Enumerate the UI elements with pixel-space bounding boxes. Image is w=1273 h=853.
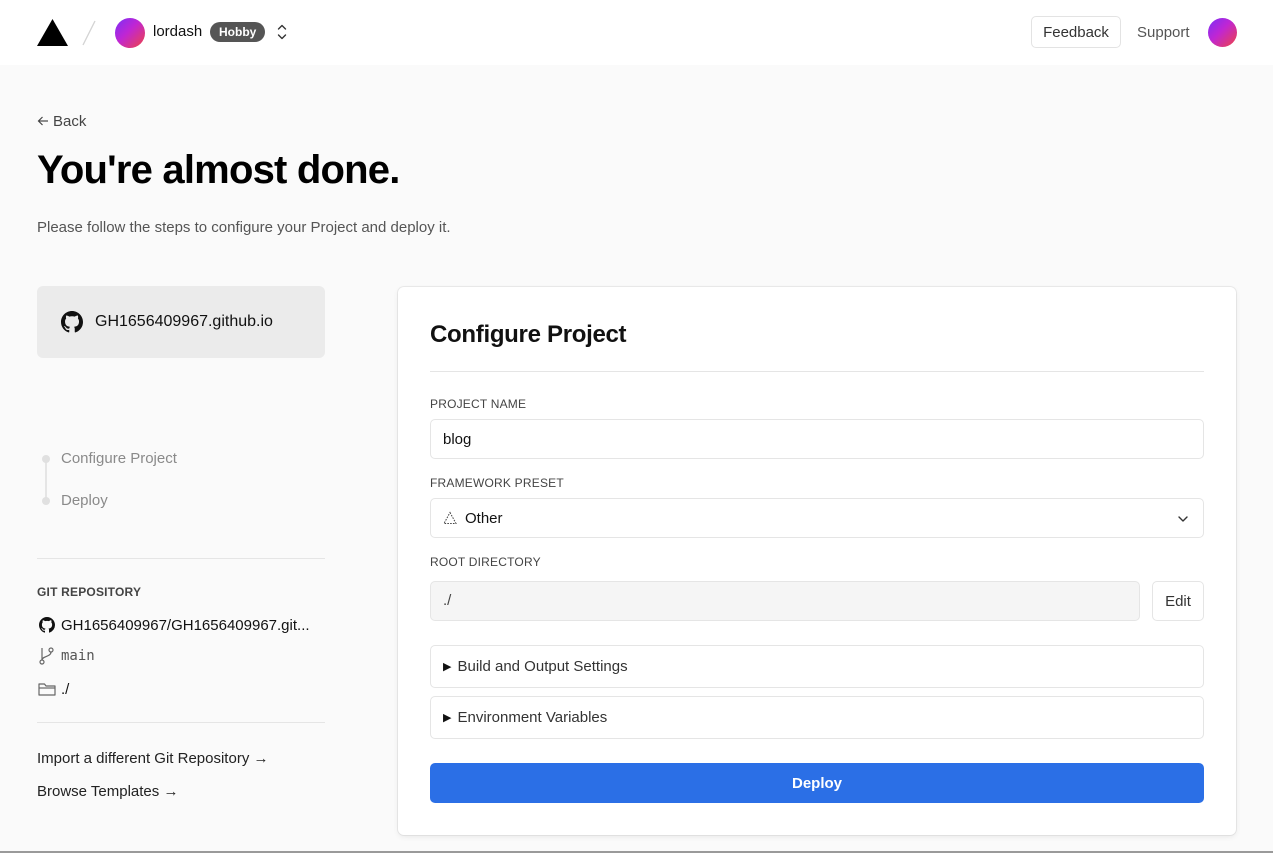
plan-badge: Hobby [210,22,266,42]
vercel-logo-icon[interactable] [37,19,68,46]
step-deploy: Deploy [61,492,108,509]
arrow-left-icon [37,116,48,126]
framework-preset-value: Other [465,509,503,527]
github-icon [39,617,55,633]
back-link[interactable]: Back [37,113,86,130]
page-title: You're almost done. [37,148,400,192]
card-divider [430,371,1204,372]
git-directory-row: ./ [37,678,69,700]
user-avatar[interactable] [1208,18,1237,47]
framework-other-icon [443,511,457,524]
step-dot [42,455,50,463]
configure-project-card: Configure Project PROJECT NAME FRAMEWORK… [398,287,1236,835]
environment-variables-toggle[interactable]: ▶ Environment Variables [430,696,1204,739]
team-name[interactable]: lordash [153,23,202,40]
git-branch-row: main [37,645,95,667]
support-link[interactable]: Support [1137,24,1190,41]
browse-templates-link[interactable]: Browse Templates → [37,783,178,800]
git-branch-name: main [61,648,95,664]
caret-right-icon: ▶ [443,712,452,724]
divider [37,722,325,723]
team-avatar[interactable] [115,18,145,48]
divider [37,558,325,559]
caret-right-icon: ▶ [443,661,452,673]
git-repository-name: GH1656409967/GH1656409967.git... [61,616,310,634]
top-navigation-bar: lordash Hobby Feedback Support [0,0,1273,65]
steps-connector [45,458,47,500]
project-name-label: PROJECT NAME [430,397,527,411]
build-output-settings-toggle[interactable]: ▶ Build and Output Settings [430,645,1204,688]
git-branch-icon [39,647,54,665]
framework-preset-select[interactable]: Other [430,498,1204,538]
edit-root-directory-button[interactable]: Edit [1152,581,1204,621]
github-icon [61,311,83,333]
root-directory-label: ROOT DIRECTORY [430,555,541,569]
repository-name: GH1656409967.github.io [95,313,273,330]
folder-icon [38,683,56,696]
project-name-input[interactable] [430,419,1204,459]
environment-variables-label: Environment Variables [457,709,608,726]
steps-list: Configure Project Deploy [37,450,325,510]
repository-card: GH1656409967.github.io [37,286,325,358]
build-output-settings-label: Build and Output Settings [457,658,628,675]
chevron-up-down-icon[interactable] [276,22,288,42]
git-repository-row[interactable]: GH1656409967/GH1656409967.git... [37,614,310,636]
breadcrumb-separator-icon [82,20,96,46]
chevron-down-icon [1178,516,1188,522]
feedback-button[interactable]: Feedback [1031,16,1121,48]
git-repository-heading: GIT REPOSITORY [37,585,142,599]
page-subtitle: Please follow the steps to configure you… [37,219,451,236]
deploy-button[interactable]: Deploy [430,763,1204,803]
step-configure-project: Configure Project [61,450,177,467]
framework-preset-label: FRAMEWORK PRESET [430,476,564,490]
import-different-repo-link[interactable]: Import a different Git Repository → [37,750,268,767]
back-label: Back [53,113,87,130]
step-dot [42,497,50,505]
git-directory-path: ./ [61,680,70,698]
configure-project-title: Configure Project [430,321,627,348]
root-directory-field: ./ [430,581,1140,621]
